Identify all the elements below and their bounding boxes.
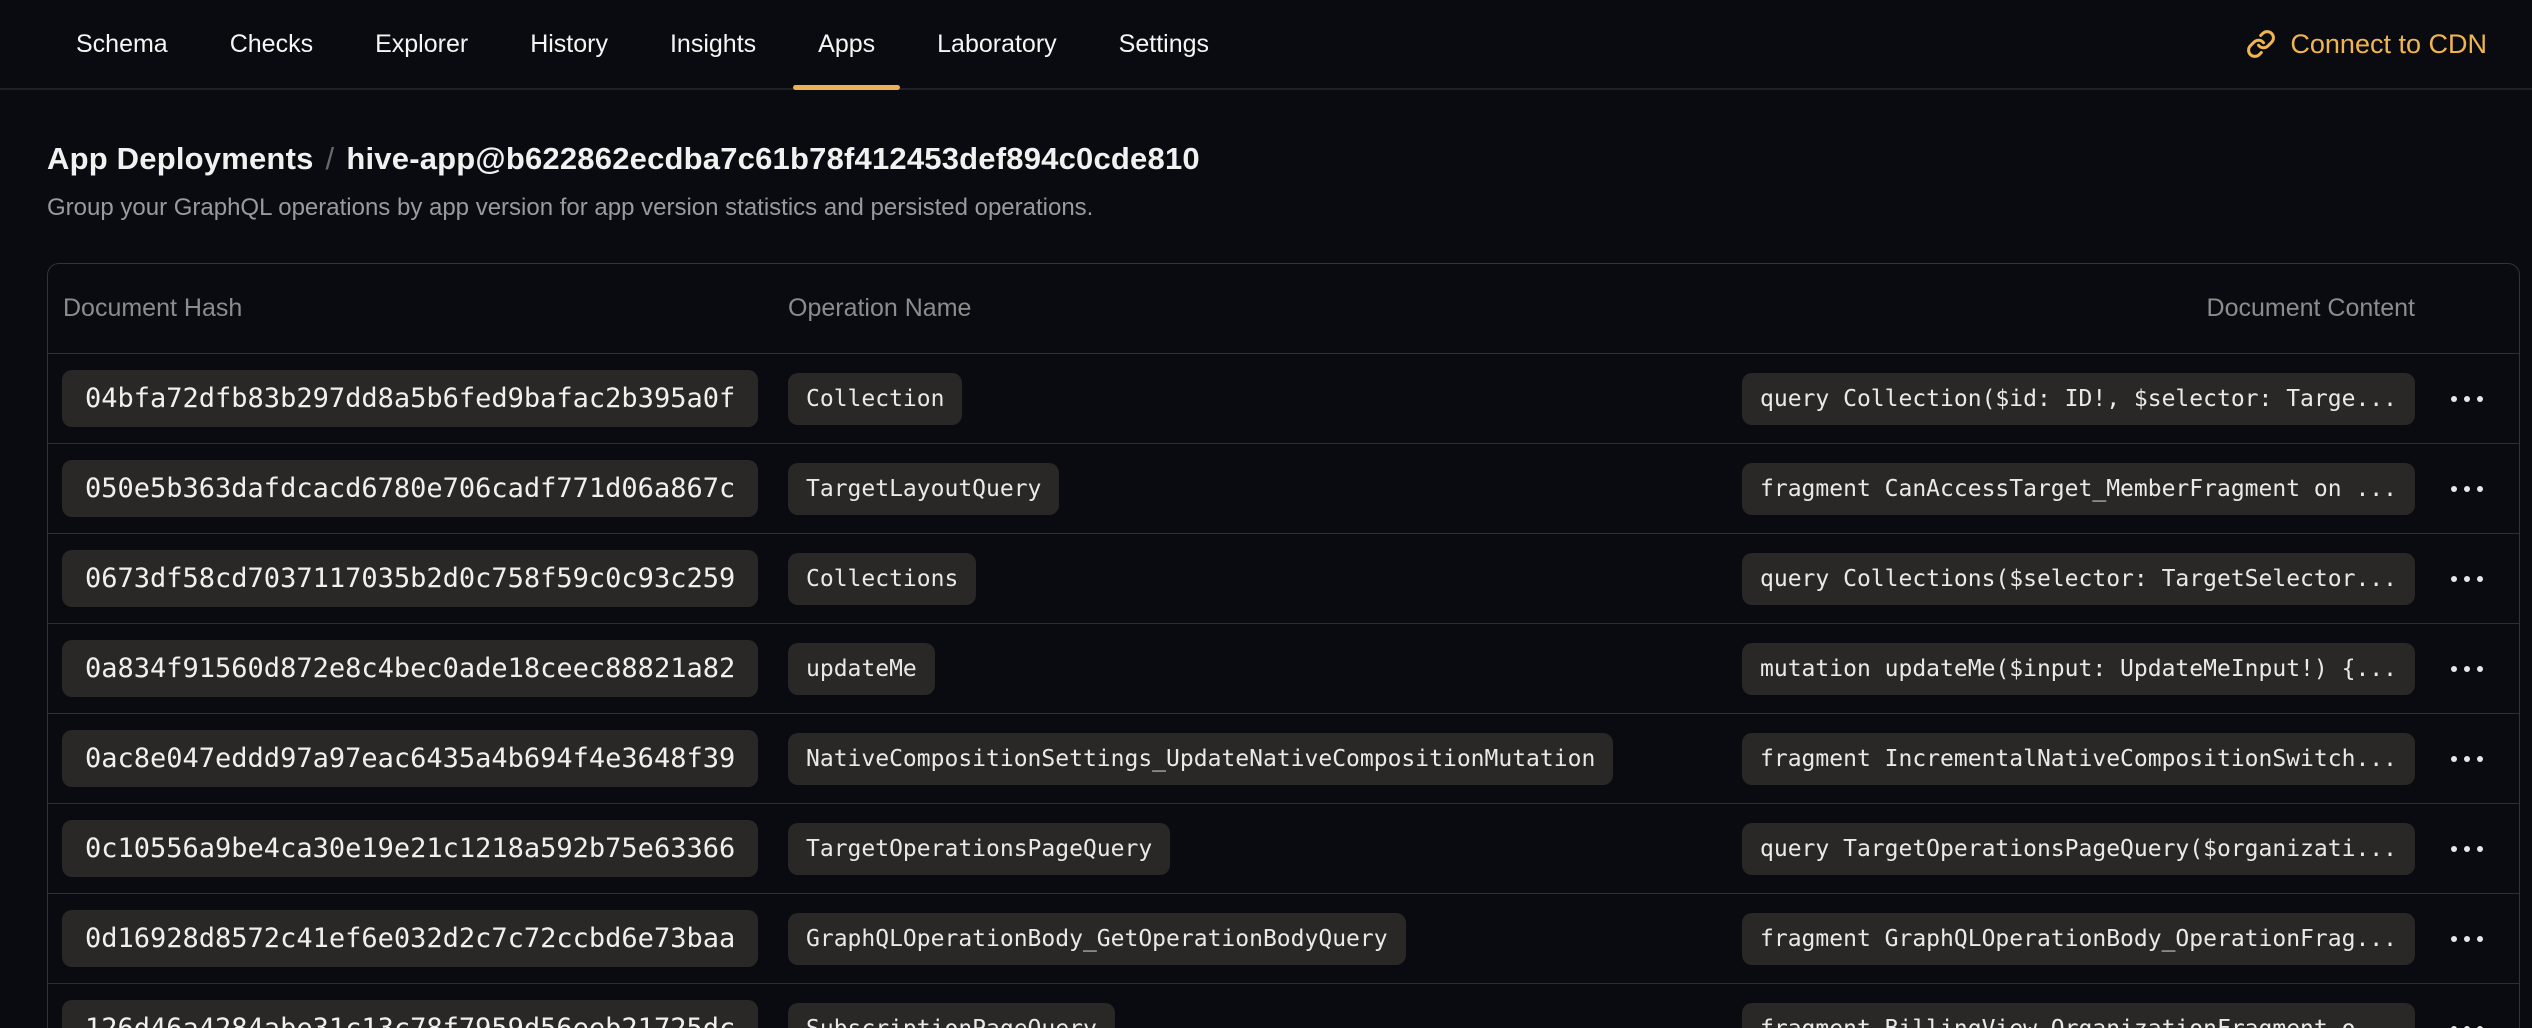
document-hash-badge: 0c10556a9be4ca30e19e21c1218a592b75e63366: [62, 820, 758, 877]
tab-explorer[interactable]: Explorer: [344, 0, 499, 88]
row-menu-button[interactable]: [2415, 714, 2519, 803]
tab-insights[interactable]: Insights: [639, 0, 787, 88]
document-content-badge: query Collections($selector: TargetSelec…: [1742, 553, 2415, 605]
page-subtitle: Group your GraphQL operations by app ver…: [47, 194, 2532, 222]
document-content-badge: fragment IncrementalNativeCompositionSwi…: [1742, 733, 2415, 785]
document-hash-badge: 04bfa72dfb83b297dd8a5b6fed9bafac2b395a0f: [62, 370, 758, 427]
table-body: 04bfa72dfb83b297dd8a5b6fed9bafac2b395a0f…: [48, 354, 2519, 1028]
document-content-cell: fragment CanAccessTarget_MemberFragment …: [1734, 463, 2415, 515]
document-content-badge: mutation updateMe($input: UpdateMeInput!…: [1742, 643, 2415, 695]
document-hash-cell: 0673df58cd7037117035b2d0c758f59c0c93c259: [48, 550, 788, 607]
document-content-cell: query TargetOperationsPageQuery($organiz…: [1734, 823, 2415, 875]
tab-checks[interactable]: Checks: [199, 0, 344, 88]
document-hash-badge: 0ac8e047eddd97a97eac6435a4b694f4e3648f39: [62, 730, 758, 787]
document-hash-cell: 0d16928d8572c41ef6e032d2c7c72ccbd6e73baa: [48, 910, 788, 967]
document-hash-cell: 0ac8e047eddd97a97eac6435a4b694f4e3648f39: [48, 730, 788, 787]
nav-tabs: SchemaChecksExplorerHistoryInsightsAppsL…: [45, 0, 1240, 88]
link-icon: [2246, 29, 2276, 59]
ellipsis-icon: [2451, 576, 2483, 582]
row-menu-button[interactable]: [2415, 894, 2519, 983]
document-hash-cell: 126d46a4284abe31c13c78f7959d56eeb21725dc: [48, 1000, 788, 1028]
operation-name-cell: SubscriptionPageQuery: [788, 1003, 1734, 1028]
document-content-badge: fragment CanAccessTarget_MemberFragment …: [1742, 463, 2415, 515]
document-hash-cell: 0c10556a9be4ca30e19e21c1218a592b75e63366: [48, 820, 788, 877]
row-menu-button[interactable]: [2415, 534, 2519, 623]
document-hash-badge: 126d46a4284abe31c13c78f7959d56eeb21725dc: [62, 1000, 758, 1028]
breadcrumb-deployment-name: hive-app@b622862ecdba7c61b78f412453def89…: [346, 141, 1199, 176]
operation-name-badge: TargetLayoutQuery: [788, 463, 1059, 515]
document-hash-badge: 0a834f91560d872e8c4bec0ade18ceec88821a82: [62, 640, 758, 697]
document-content-cell: mutation updateMe($input: UpdateMeInput!…: [1734, 643, 2415, 695]
table-header-row: Document Hash Operation Name Document Co…: [48, 264, 2519, 354]
tab-laboratory[interactable]: Laboratory: [906, 0, 1088, 88]
document-hash-badge: 050e5b363dafdcacd6780e706cadf771d06a867c: [62, 460, 758, 517]
document-content-cell: query Collection($id: ID!, $selector: Ta…: [1734, 373, 2415, 425]
operation-name-badge: TargetOperationsPageQuery: [788, 823, 1170, 875]
tab-history[interactable]: History: [499, 0, 639, 88]
document-content-cell: fragment IncrementalNativeCompositionSwi…: [1734, 733, 2415, 785]
row-menu-button[interactable]: [2415, 624, 2519, 713]
document-content-badge: query Collection($id: ID!, $selector: Ta…: [1742, 373, 2415, 425]
table-row: 0d16928d8572c41ef6e032d2c7c72ccbd6e73baa…: [48, 894, 2519, 984]
document-content-badge: query TargetOperationsPageQuery($organiz…: [1742, 823, 2415, 875]
row-menu-button[interactable]: [2415, 984, 2519, 1028]
document-hash-badge: 0d16928d8572c41ef6e032d2c7c72ccbd6e73baa: [62, 910, 758, 967]
connect-to-cdn-label: Connect to CDN: [2290, 29, 2487, 60]
page-content: App Deployments / hive-app@b622862ecdba7c6…: [0, 141, 2532, 1028]
document-content-cell: fragment BillingView_OrganizationFragmen…: [1734, 1003, 2415, 1028]
operation-name-cell: Collections: [788, 553, 1734, 605]
document-content-badge: fragment GraphQLOperationBody_OperationF…: [1742, 913, 2415, 965]
table-row: 0ac8e047eddd97a97eac6435a4b694f4e3648f39…: [48, 714, 2519, 804]
operation-name-badge: Collection: [788, 373, 962, 425]
document-hash-cell: 050e5b363dafdcacd6780e706cadf771d06a867c: [48, 460, 788, 517]
document-hash-cell: 04bfa72dfb83b297dd8a5b6fed9bafac2b395a0f: [48, 370, 788, 427]
breadcrumb-separator: /: [326, 141, 335, 176]
operation-name-badge: Collections: [788, 553, 976, 605]
operation-name-cell: TargetLayoutQuery: [788, 463, 1734, 515]
ellipsis-icon: [2451, 846, 2483, 852]
document-hash-cell: 0a834f91560d872e8c4bec0ade18ceec88821a82: [48, 640, 788, 697]
operation-name-badge: GraphQLOperationBody_GetOperationBodyQue…: [788, 913, 1406, 965]
row-menu-button[interactable]: [2415, 804, 2519, 893]
operation-name-cell: updateMe: [788, 643, 1734, 695]
table-row: 126d46a4284abe31c13c78f7959d56eeb21725dc…: [48, 984, 2519, 1028]
operation-name-cell: GraphQLOperationBody_GetOperationBodyQue…: [788, 913, 1734, 965]
operation-name-cell: Collection: [788, 373, 1734, 425]
app-deployments-table: Document Hash Operation Name Document Co…: [47, 263, 2520, 1028]
tab-settings[interactable]: Settings: [1088, 0, 1240, 88]
document-content-badge: fragment BillingView_OrganizationFragmen…: [1742, 1003, 2415, 1028]
ellipsis-icon: [2451, 756, 2483, 762]
operation-name-badge: NativeCompositionSettings_UpdateNativeCo…: [788, 733, 1613, 785]
table-row: 0c10556a9be4ca30e19e21c1218a592b75e63366…: [48, 804, 2519, 894]
row-menu-button[interactable]: [2415, 444, 2519, 533]
breadcrumb-section[interactable]: App Deployments: [47, 141, 314, 176]
table-row: 04bfa72dfb83b297dd8a5b6fed9bafac2b395a0f…: [48, 354, 2519, 444]
column-header-document-content: Document Content: [1734, 294, 2415, 323]
breadcrumb: App Deployments / hive-app@b622862ecdba7c6…: [47, 141, 2532, 177]
document-content-cell: fragment GraphQLOperationBody_OperationF…: [1734, 913, 2415, 965]
ellipsis-icon: [2451, 396, 2483, 402]
document-hash-badge: 0673df58cd7037117035b2d0c758f59c0c93c259: [62, 550, 758, 607]
column-header-operation-name: Operation Name: [788, 294, 1734, 323]
table-row: 0a834f91560d872e8c4bec0ade18ceec88821a82…: [48, 624, 2519, 714]
table-row: 050e5b363dafdcacd6780e706cadf771d06a867c…: [48, 444, 2519, 534]
operation-name-badge: updateMe: [788, 643, 935, 695]
ellipsis-icon: [2451, 666, 2483, 672]
ellipsis-icon: [2451, 486, 2483, 492]
top-navigation: SchemaChecksExplorerHistoryInsightsAppsL…: [0, 0, 2532, 90]
tab-apps[interactable]: Apps: [787, 0, 906, 88]
operation-name-badge: SubscriptionPageQuery: [788, 1003, 1115, 1028]
operation-name-cell: TargetOperationsPageQuery: [788, 823, 1734, 875]
ellipsis-icon: [2451, 936, 2483, 942]
operation-name-cell: NativeCompositionSettings_UpdateNativeCo…: [788, 733, 1734, 785]
document-content-cell: query Collections($selector: TargetSelec…: [1734, 553, 2415, 605]
column-header-document-hash: Document Hash: [48, 294, 788, 323]
tab-schema[interactable]: Schema: [45, 0, 199, 88]
table-row: 0673df58cd7037117035b2d0c758f59c0c93c259…: [48, 534, 2519, 624]
row-menu-button[interactable]: [2415, 354, 2519, 443]
connect-to-cdn-button[interactable]: Connect to CDN: [2246, 0, 2487, 88]
